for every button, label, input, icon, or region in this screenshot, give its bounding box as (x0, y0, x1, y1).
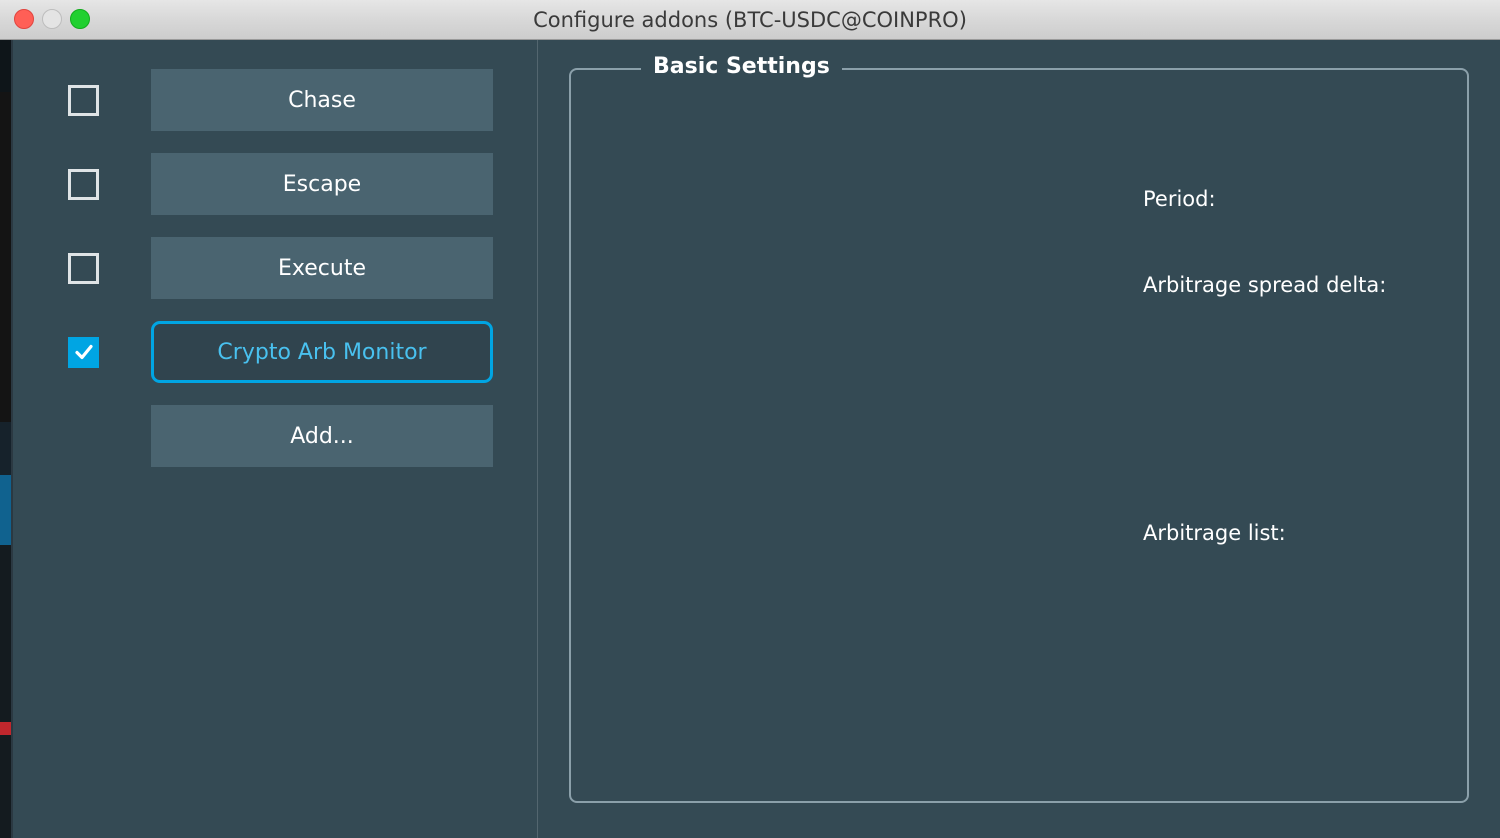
addon-enable-checkbox-chase[interactable] (68, 85, 99, 116)
addon-button-chase[interactable]: Chase (151, 69, 493, 131)
arbitrage-spread-delta-label: Arbitrage spread delta: (1143, 273, 1386, 297)
settings-pane: Basic Settings Period: 500 millisecond A… (539, 40, 1500, 838)
addon-row-execute: Execute (13, 234, 538, 302)
addon-row-crypto-arb-monitor: Crypto Arb Monitor (13, 318, 538, 386)
title-bar[interactable]: Configure addons (BTC-USDC@COINPRO) (0, 0, 1500, 40)
addon-enable-checkbox-escape[interactable] (68, 169, 99, 200)
addon-row-chase: Chase (13, 66, 538, 134)
basic-settings-title: Basic Settings (641, 54, 842, 79)
background-window-strip-highlight (0, 475, 11, 545)
background-window-strip-alert (0, 722, 11, 735)
background-window-strip (0, 545, 11, 722)
basic-settings-group: Basic Settings (569, 68, 1469, 803)
period-label: Period: (1143, 187, 1216, 211)
window-title: Configure addons (BTC-USDC@COINPRO) (0, 0, 1500, 40)
addon-enable-checkbox-crypto-arb-monitor[interactable] (68, 337, 99, 368)
window-body: Chase Escape Execute Crypto Arb Monitor (13, 40, 1500, 838)
addon-row-add: Add... (13, 402, 538, 470)
background-window-strip (0, 40, 11, 92)
addons-sidebar: Chase Escape Execute Crypto Arb Monitor (13, 40, 538, 838)
arbitrage-list-label: Arbitrage list: (1143, 521, 1286, 545)
addon-enable-checkbox-execute[interactable] (68, 253, 99, 284)
background-window-strip (0, 92, 11, 422)
addon-button-crypto-arb-monitor[interactable]: Crypto Arb Monitor (151, 321, 493, 383)
addon-row-escape: Escape (13, 150, 538, 218)
background-window-strip (0, 735, 11, 838)
configure-addons-window: Configure addons (BTC-USDC@COINPRO) Chas… (13, 0, 1500, 838)
background-window-strip (0, 422, 11, 475)
addon-button-execute[interactable]: Execute (151, 237, 493, 299)
addon-button-escape[interactable]: Escape (151, 153, 493, 215)
add-addon-button[interactable]: Add... (151, 405, 493, 467)
